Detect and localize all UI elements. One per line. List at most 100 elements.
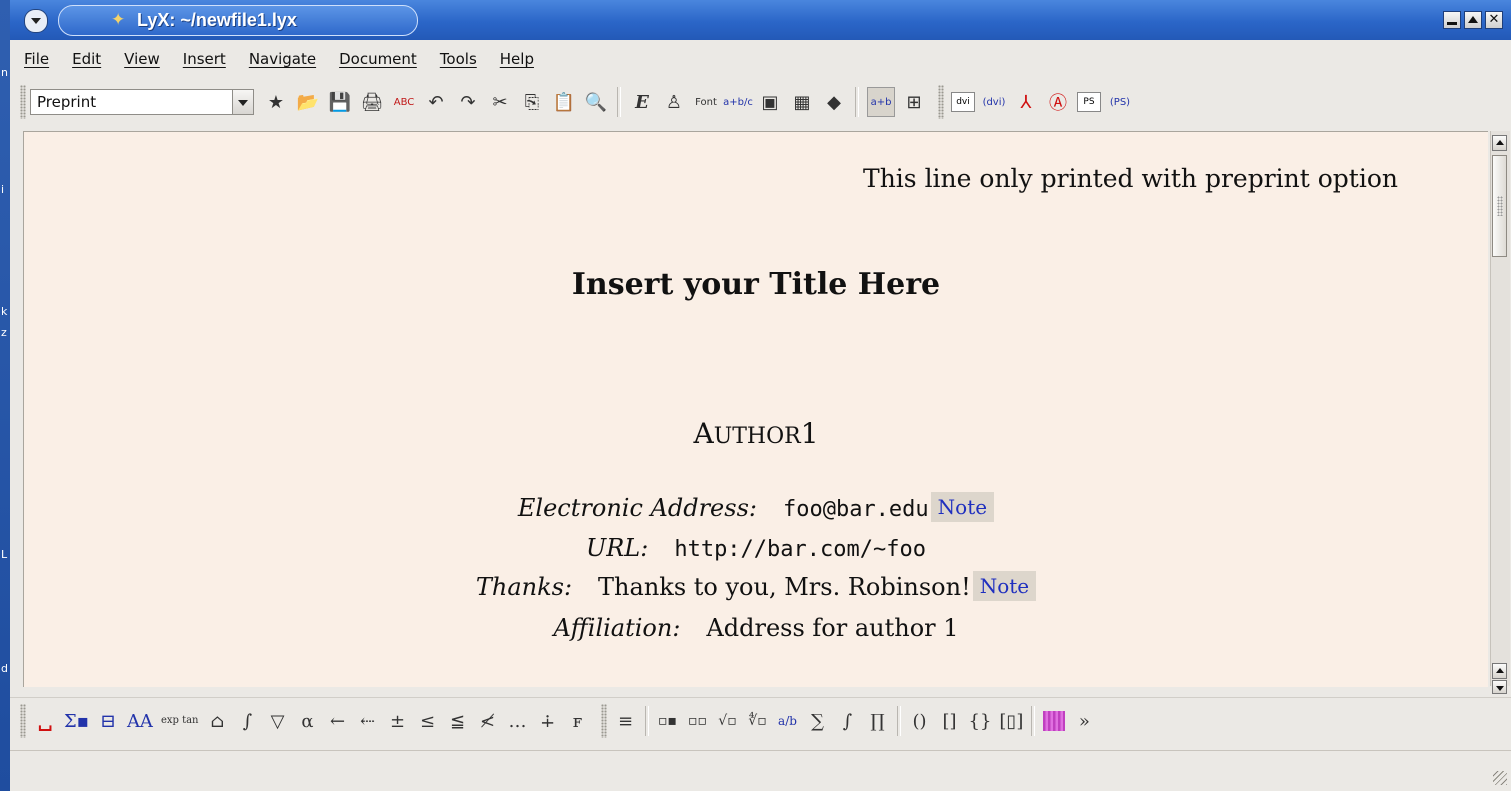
menu-navigate[interactable]: Navigate: [235, 50, 325, 68]
math-space-icon[interactable]: ␣: [34, 707, 56, 735]
document-workarea[interactable]: This line only printed with preprint opt…: [23, 131, 1488, 687]
math-dots-icon[interactable]: …: [507, 707, 529, 735]
math-sum-icon[interactable]: ∑: [807, 707, 829, 735]
open-document-icon[interactable]: 📂: [295, 88, 321, 116]
math-product-icon[interactable]: ∏: [867, 707, 889, 735]
view-pdf-icon[interactable]: ⅄: [1013, 88, 1039, 116]
view-ps-icon[interactable]: PS: [1077, 92, 1101, 112]
toolbar-grip-2[interactable]: [938, 85, 944, 119]
math-functions-icon[interactable]: exp tan: [161, 707, 199, 735]
title-bar[interactable]: ✦ LyX: ~/newfile1.lyx ✕: [10, 0, 1511, 40]
math-matrix-delim-icon[interactable]: [▯]: [999, 707, 1023, 735]
menu-view[interactable]: View: [110, 50, 169, 68]
note-inset[interactable]: Note: [972, 571, 1037, 601]
update-ps-icon[interactable]: (PS): [1107, 88, 1133, 116]
save-icon[interactable]: 💾: [327, 88, 353, 116]
cut-icon[interactable]: ✂: [487, 88, 513, 116]
copy-icon[interactable]: ⎘: [519, 88, 545, 116]
table-of-contents-icon[interactable]: ◆: [821, 88, 847, 116]
math-nabla-icon[interactable]: ▽: [267, 707, 289, 735]
insert-graphics-icon[interactable]: ▣: [757, 88, 783, 116]
new-document-icon[interactable]: ★: [263, 88, 289, 116]
math-delimiters-icon[interactable]: ⌂: [207, 707, 229, 735]
spellcheck-icon[interactable]: ABC: [391, 88, 417, 116]
menu-edit[interactable]: Edit: [58, 50, 110, 68]
paste-icon[interactable]: 📋: [551, 88, 577, 116]
view-toolbar-buttons: dvi (dvi) ⅄ Ⓐ PS (PS): [948, 88, 1136, 116]
math-display-icon[interactable]: ≡: [615, 707, 637, 735]
math-integral-icon[interactable]: ∫: [837, 707, 859, 735]
find-replace-icon[interactable]: 🔍: [583, 88, 609, 116]
chevron-down-icon[interactable]: [232, 90, 253, 114]
insert-table-icon[interactable]: ▦: [789, 88, 815, 116]
desktop-char: n: [1, 66, 8, 79]
close-button[interactable]: ✕: [1485, 11, 1503, 29]
scroll-up-arrow-icon[interactable]: [1492, 663, 1507, 679]
update-pdf-icon[interactable]: Ⓐ: [1045, 88, 1071, 116]
math-toolbar-grip[interactable]: [20, 704, 26, 738]
minimize-button[interactable]: [1443, 11, 1461, 29]
scroll-down-arrow-icon[interactable]: [1492, 680, 1507, 694]
layout-combo[interactable]: Preprint: [30, 89, 254, 115]
update-dvi-icon[interactable]: (dvi): [981, 88, 1007, 116]
menu-insert[interactable]: Insert: [169, 50, 235, 68]
toolbar-grip[interactable]: [20, 85, 26, 119]
math-braces-icon[interactable]: {}: [969, 707, 992, 735]
menu-tools[interactable]: Tools: [426, 50, 486, 68]
resize-grip-icon[interactable]: [1493, 771, 1507, 785]
scrollbar-thumb[interactable]: [1492, 155, 1507, 257]
math-long-arrows-icon[interactable]: ⇠: [357, 707, 379, 735]
window-menu-button[interactable]: [24, 9, 48, 33]
affiliation-row: Affiliation: Address for author 1: [24, 614, 1488, 642]
math-root-icon[interactable]: ∜▫: [747, 707, 769, 735]
math-brackets-icon[interactable]: []: [939, 707, 961, 735]
math-dot-plus-icon[interactable]: ∔: [537, 707, 559, 735]
noun-icon[interactable]: ♙: [661, 88, 687, 116]
url-value: http://bar.com/~foo: [674, 537, 926, 562]
lyx-window: ✦ LyX: ~/newfile1.lyx ✕ File Edit View I…: [10, 0, 1511, 791]
math-relations-icon[interactable]: ≤: [417, 707, 439, 735]
table-panel-toggle-icon[interactable]: ⊞: [901, 88, 927, 116]
thanks-row: Thanks: Thanks to you, Mrs. Robinson! Note: [24, 571, 1488, 601]
overflow-chevron-icon[interactable]: »: [1073, 707, 1095, 735]
math-matrix-icon[interactable]: [1043, 711, 1066, 731]
desktop-char: L: [1, 548, 8, 561]
math-styles-icon[interactable]: AA: [127, 707, 153, 735]
math-arrows-icon[interactable]: ←: [327, 707, 349, 735]
math-operators-plusminus-icon[interactable]: ±: [387, 707, 409, 735]
affiliation-label: Affiliation:: [553, 614, 681, 642]
math-buttons: ␣ Σ▪ ⊟ AA exp tan ⌂ ∫ ▽ α ← ⇠ ± ≤ ≦ ≮ … ∔ ꜰ: [30, 707, 593, 735]
view-dvi-icon[interactable]: dvi: [951, 92, 975, 112]
math-greek-icon[interactable]: α: [297, 707, 319, 735]
font-icon[interactable]: Font: [693, 88, 719, 116]
math-superscript-icon[interactable]: ▫▫: [687, 707, 709, 735]
scroll-up-arrow-icon[interactable]: [1492, 135, 1507, 151]
math-operators-icon[interactable]: Σ▪: [64, 707, 89, 735]
window-controls: ✕: [1443, 11, 1503, 29]
math-toolbar-grip-2[interactable]: [600, 704, 607, 738]
math-subscript-icon[interactable]: ▫▪: [657, 707, 679, 735]
math-frac-icon[interactable]: a/b: [777, 707, 799, 735]
insert-math-icon[interactable]: a+b/c: [723, 88, 753, 116]
math-fraction-stack-icon[interactable]: ⊟: [97, 707, 119, 735]
math-panel-toggle-icon[interactable]: a+b: [867, 87, 895, 117]
redo-icon[interactable]: ↷: [455, 88, 481, 116]
math-parens-icon[interactable]: (): [909, 707, 931, 735]
email-row: Electronic Address: foo@bar.edu Note: [24, 492, 1488, 522]
emphasize-icon[interactable]: E: [629, 88, 655, 116]
math-sqrt-icon[interactable]: √▫: [717, 707, 739, 735]
undo-icon[interactable]: ↶: [423, 88, 449, 116]
maximize-button[interactable]: [1464, 11, 1482, 29]
print-icon[interactable]: 🖨: [359, 88, 385, 116]
menu-file[interactable]: File: [10, 50, 58, 68]
math-negations-icon[interactable]: ≮: [477, 707, 499, 735]
menu-help[interactable]: Help: [486, 50, 543, 68]
status-bar: [10, 750, 1511, 789]
vertical-scrollbar[interactable]: [1490, 131, 1510, 694]
toolbar-separator: [617, 87, 621, 117]
math-relations2-icon[interactable]: ≦: [447, 707, 469, 735]
note-inset[interactable]: Note: [930, 492, 995, 522]
math-misc-icon[interactable]: ꜰ: [567, 707, 589, 735]
math-integral-bounds-icon[interactable]: ∫: [237, 707, 259, 735]
menu-document[interactable]: Document: [325, 50, 426, 68]
